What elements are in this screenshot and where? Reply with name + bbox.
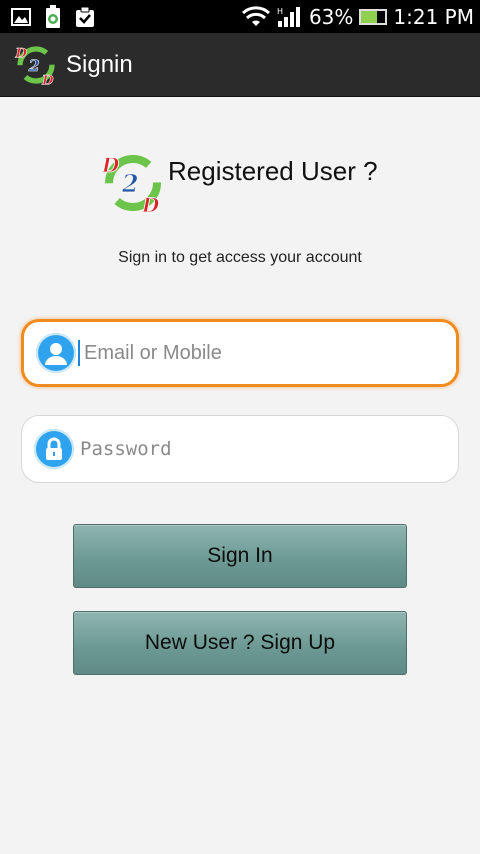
- logo-letter-d2: D: [141, 193, 160, 216]
- clipboard-check-icon: [74, 6, 96, 28]
- battery-saver-icon: [42, 4, 64, 28]
- wifi-icon: [241, 5, 271, 28]
- logo-letter-d2: D: [41, 72, 54, 87]
- password-input[interactable]: [80, 438, 440, 460]
- user-icon: [36, 333, 76, 373]
- logo-number-2: 2: [28, 56, 40, 75]
- lock-icon: [34, 429, 74, 469]
- text-cursor: [78, 340, 80, 366]
- signal-icon: H: [277, 6, 303, 28]
- logo-letter-d1: D: [14, 45, 27, 61]
- battery-icon: [359, 8, 388, 25]
- brand-logo-icon: D 2 D: [101, 153, 161, 216]
- status-bar: H 63% 1:21 PM: [0, 0, 480, 33]
- email-field[interactable]: [21, 319, 459, 387]
- clock: 1:21 PM: [393, 4, 474, 29]
- email-input[interactable]: [84, 341, 444, 365]
- app-logo-icon[interactable]: D 2 D: [14, 43, 58, 87]
- sign-in-button[interactable]: Sign In: [73, 524, 407, 588]
- battery-level-fill: [361, 10, 377, 23]
- battery-percent: 63%: [308, 4, 354, 29]
- svg-text:H: H: [277, 7, 283, 16]
- registered-user-header: D 2 D Registered User ?: [100, 150, 400, 220]
- screen-title: Signin: [66, 50, 133, 78]
- page-title: Registered User ?: [168, 156, 378, 186]
- action-bar: D 2 D Signin: [0, 33, 480, 97]
- subtitle: Sign in to get access your account: [118, 249, 362, 266]
- password-field[interactable]: [21, 415, 459, 483]
- sign-up-button[interactable]: New User ? Sign Up: [73, 611, 407, 675]
- logo-letter-d1: D: [101, 153, 120, 177]
- logo-number-2: 2: [121, 169, 139, 198]
- gallery-icon: [10, 6, 32, 28]
